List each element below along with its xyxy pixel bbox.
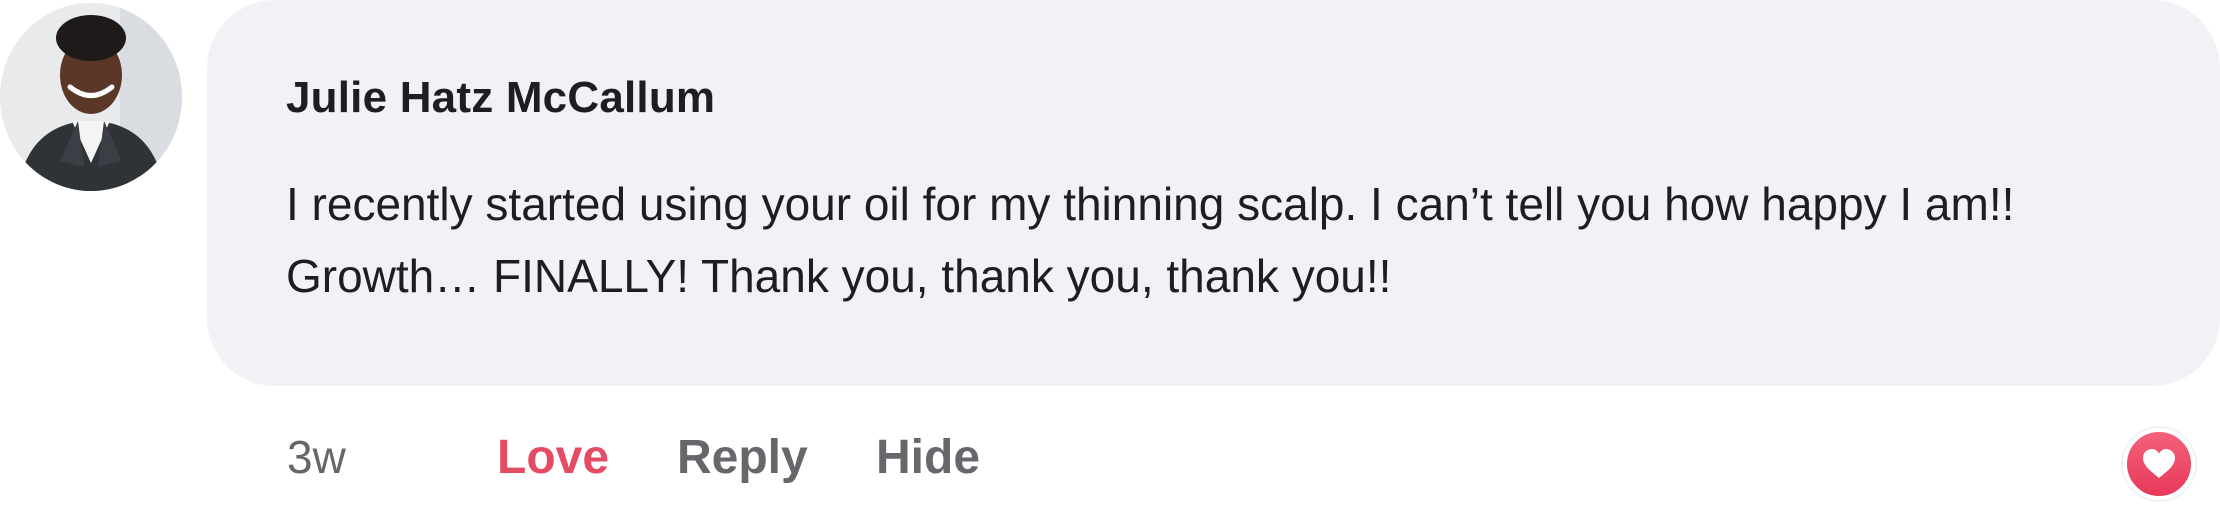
comment-timestamp[interactable]: 3w bbox=[287, 430, 346, 484]
comment-actions: 3w Love Reply Hide bbox=[0, 420, 2220, 500]
profile-photo-icon bbox=[0, 3, 182, 191]
hide-button[interactable]: Hide bbox=[876, 430, 980, 485]
avatar[interactable] bbox=[0, 3, 182, 191]
comment-author[interactable]: Julie Hatz McCallum bbox=[286, 73, 715, 123]
reaction-badge[interactable] bbox=[2123, 428, 2195, 500]
love-button[interactable]: Love bbox=[497, 430, 609, 485]
comment: Julie Hatz McCallum I recently started u… bbox=[0, 0, 2220, 531]
comment-text: I recently started using your oil for my… bbox=[286, 178, 2015, 302]
reply-button[interactable]: Reply bbox=[677, 430, 808, 485]
heart-icon bbox=[2143, 449, 2175, 478]
